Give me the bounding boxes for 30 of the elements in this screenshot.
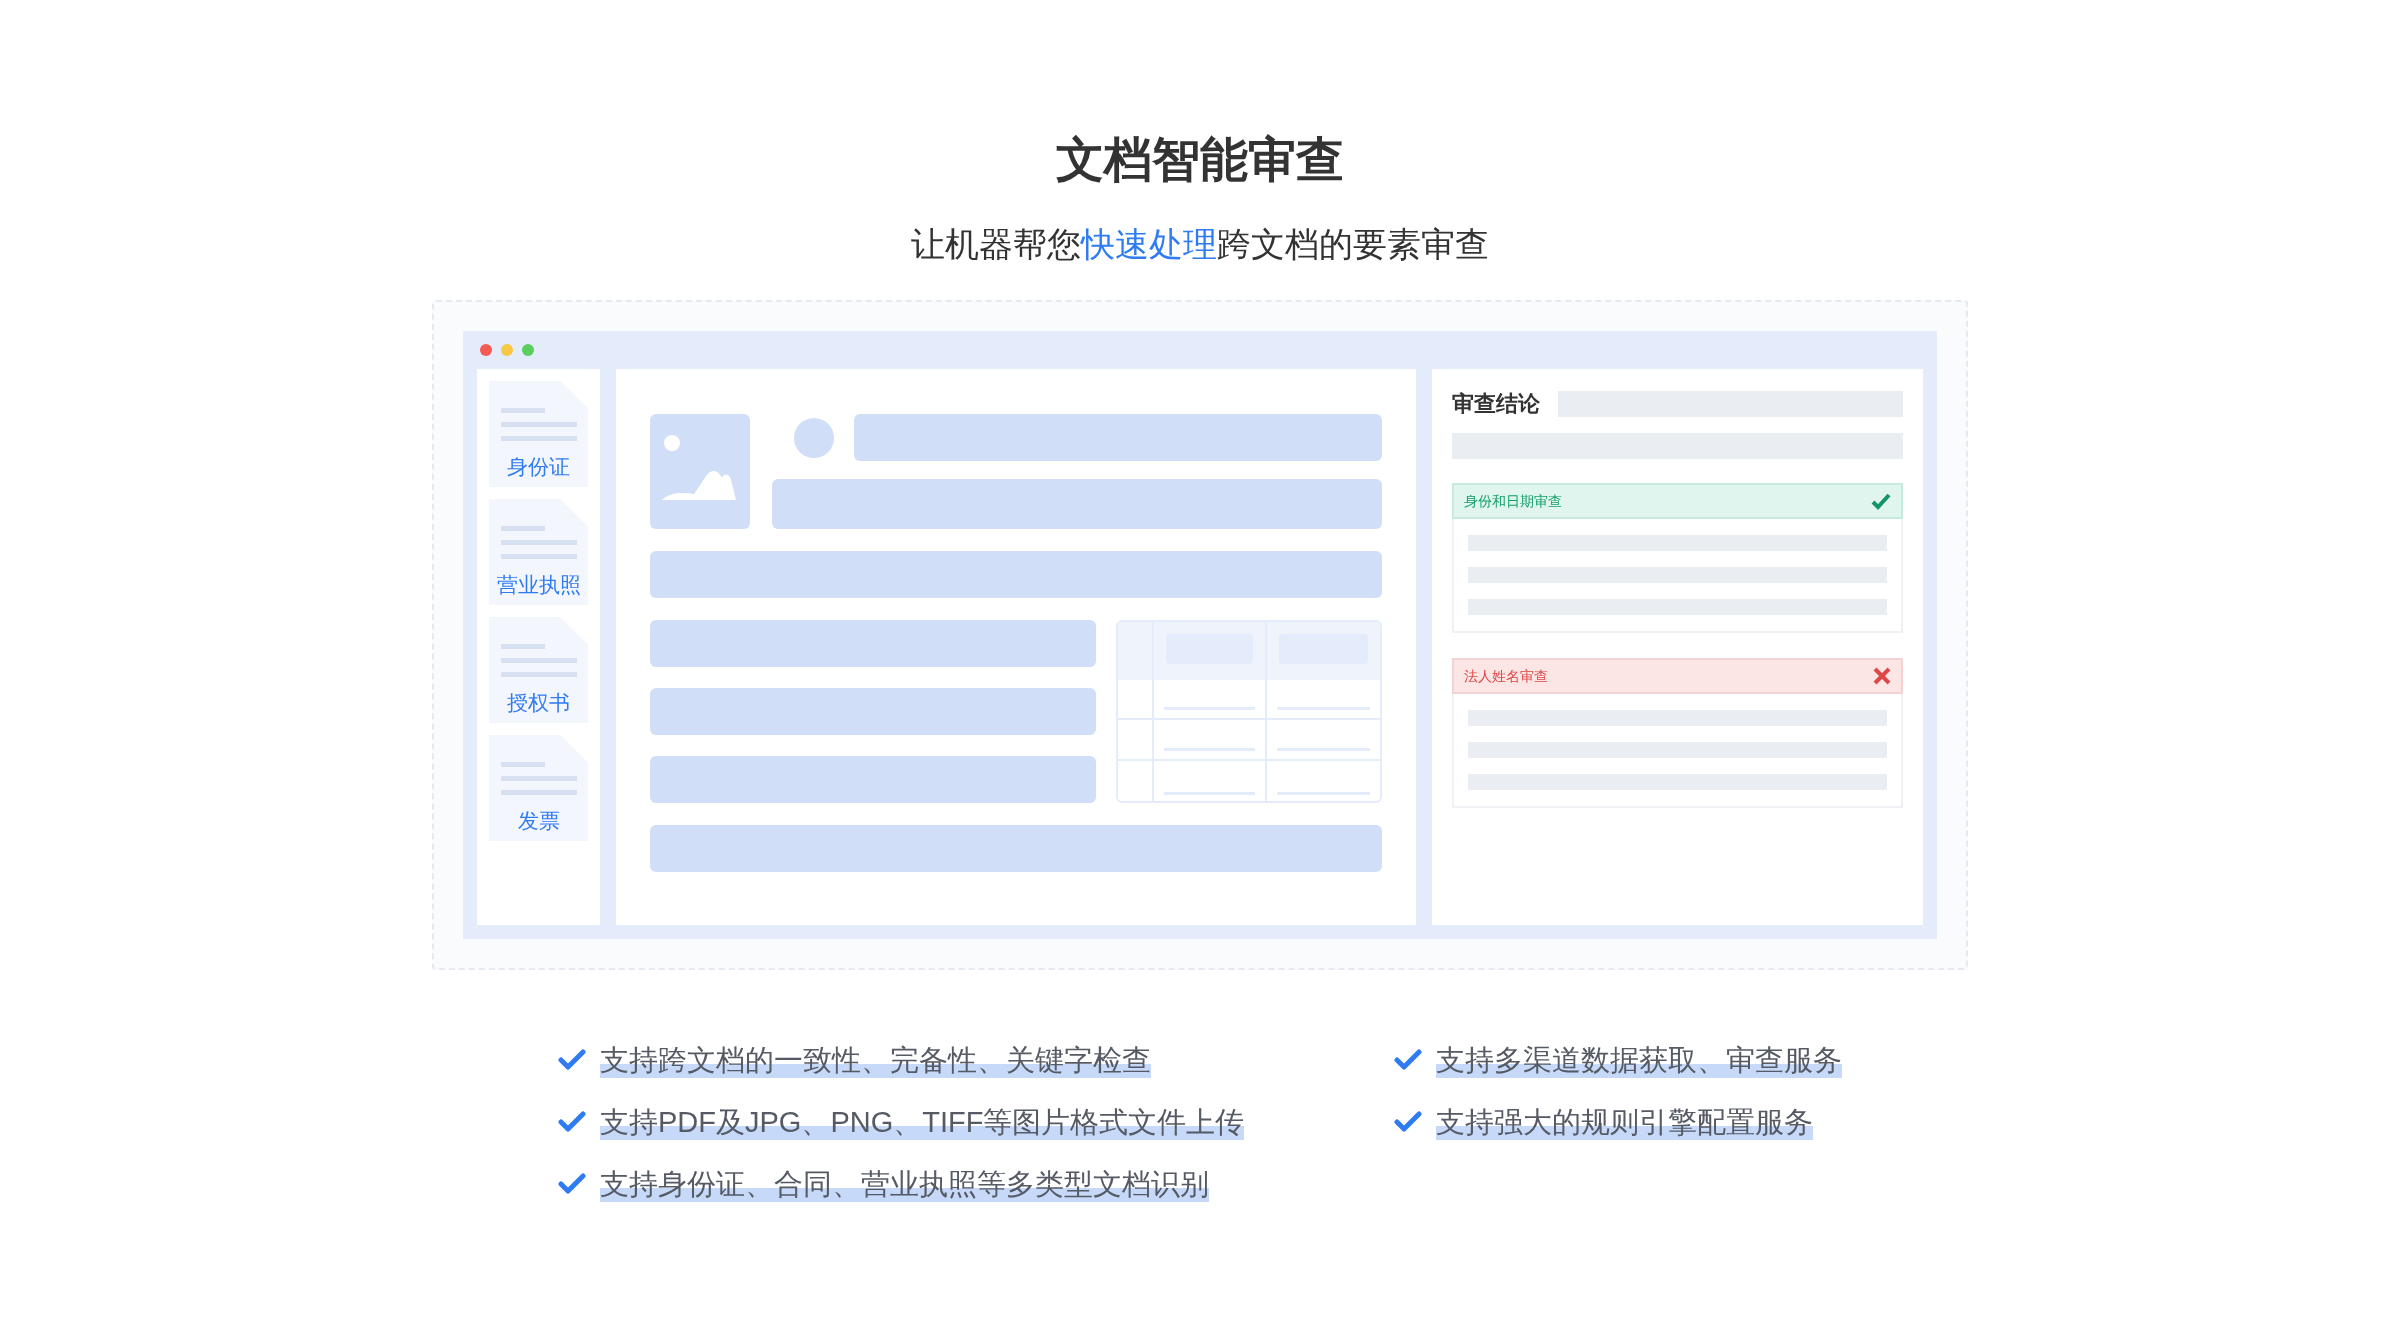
feature-text: 支持跨文档的一致性、完备性、关键字检查 <box>600 1042 1151 1078</box>
document-card[interactable]: 身份证 <box>489 381 588 487</box>
text-lines-icon <box>500 526 577 560</box>
text-lines-icon <box>500 408 577 442</box>
document-label: 授权书 <box>507 690 570 716</box>
feature-text: 支持多渠道数据获取、审查服务 <box>1436 1042 1842 1078</box>
feature-text: 支持身份证、合同、营业执照等多类型文档识别 <box>600 1166 1209 1202</box>
check-icon <box>558 1049 586 1071</box>
text-lines-icon <box>500 762 577 796</box>
cross-icon <box>1873 667 1891 685</box>
check-icon <box>1394 1111 1422 1133</box>
review-result-label: 身份和日期审查 <box>1464 492 1562 510</box>
review-result-label: 法人姓名审查 <box>1464 667 1548 685</box>
review-heading: 审查结论 <box>1452 390 1540 418</box>
check-icon <box>1871 492 1891 510</box>
text-lines-icon <box>500 644 577 678</box>
document-label: 营业执照 <box>496 572 581 598</box>
document-card[interactable]: 营业执照 <box>489 499 588 605</box>
avatar-placeholder <box>794 417 834 458</box>
image-placeholder-icon <box>650 414 750 529</box>
check-icon <box>1394 1049 1422 1071</box>
document-label: 发票 <box>517 808 560 834</box>
page-title: 文档智能审查 <box>1056 132 1344 188</box>
document-card[interactable]: 授权书 <box>489 617 588 723</box>
feature-text: 支持PDF及JPG、PNG、TIFF等图片格式文件上传 <box>600 1104 1245 1140</box>
subtitle: 让机器帮您快速处理跨文档的要素审查 <box>911 224 1489 265</box>
check-icon <box>558 1173 586 1195</box>
document-label: 身份证 <box>507 454 570 480</box>
check-icon <box>558 1111 586 1133</box>
document-card[interactable]: 发票 <box>489 735 588 841</box>
